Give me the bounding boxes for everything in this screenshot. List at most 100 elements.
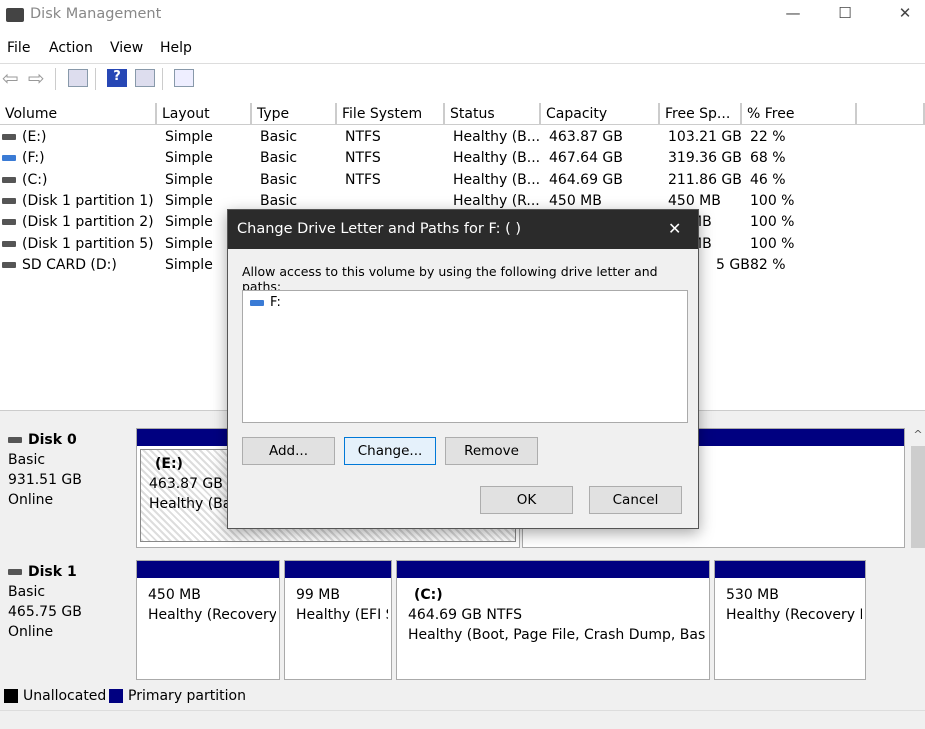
drive-icon: [2, 197, 16, 204]
close-button[interactable]: ✕: [890, 4, 920, 26]
table-row[interactable]: (C:) Simple Basic NTFS Healthy (B... 464.69 G…: [0, 170, 857, 191]
cell-status: Healthy (B...: [453, 129, 541, 145]
cell-type: Basic: [260, 171, 298, 188]
remove-button[interactable]: Remove: [445, 437, 538, 465]
disk-icon: [8, 569, 22, 575]
partition[interactable]: 530 MB Healthy (Recovery Pa: [714, 560, 866, 680]
column-header[interactable]: Status: [445, 103, 541, 125]
drive-icon: [2, 261, 16, 268]
cell-pct: 100 %: [750, 214, 795, 231]
column-header[interactable]: Free Sp...: [660, 103, 742, 125]
cell-status: Healthy (R...: [453, 192, 540, 209]
partition[interactable]: 99 MB Healthy (EFI S: [284, 560, 392, 680]
legend-primary: Primary partition: [128, 688, 246, 704]
menu-file[interactable]: File: [7, 40, 30, 56]
cell-free: 103.21 GB: [668, 129, 742, 145]
add-button[interactable]: Add...: [242, 437, 335, 465]
drive-icon: [2, 176, 16, 183]
cell-capacity: 450 MB: [549, 192, 602, 209]
disk-label[interactable]: Disk 0 Basic 931.51 GB Online: [0, 420, 132, 548]
column-header[interactable]: File System: [337, 103, 445, 125]
cell-fs: NTFS: [345, 129, 381, 145]
cell-layout: Simple: [165, 129, 213, 145]
scrollbar[interactable]: ^: [911, 428, 925, 678]
cell-capacity: 463.87 GB: [549, 129, 623, 145]
cell-layout: Simple: [165, 256, 213, 273]
disk-label[interactable]: Disk 1 Basic 465.75 GB Online: [0, 552, 132, 680]
menu-view[interactable]: View: [110, 40, 143, 56]
cell-free: 5 GB: [716, 256, 750, 273]
cell-pct: 68 %: [750, 150, 786, 167]
properties-icon[interactable]: [174, 69, 194, 87]
cancel-button[interactable]: Cancel: [589, 486, 682, 514]
window-title: Disk Management: [30, 6, 162, 22]
cell-capacity: 464.69 GB: [549, 171, 623, 188]
drive-icon: [2, 240, 16, 247]
cell-name: (Disk 1 partition 2): [22, 214, 154, 231]
dialog-title: Change Drive Letter and Paths for F: ( ): [228, 210, 698, 249]
drive-icon: [2, 155, 16, 162]
status-bar: [0, 710, 925, 729]
dialog-close-button[interactable]: ✕: [668, 219, 681, 238]
cell-status: Healthy (B...: [453, 150, 541, 167]
column-header[interactable]: Type: [252, 103, 337, 125]
cell-name: (Disk 1 partition 1): [22, 192, 154, 209]
legend-unallocated-swatch: [4, 689, 18, 703]
cell-capacity: 467.64 GB: [549, 150, 623, 167]
cell-status: Healthy (B...: [453, 171, 541, 188]
cell-pct: 100 %: [750, 192, 795, 209]
cell-type: Basic: [260, 192, 298, 209]
title-bar: Disk Management — ☐ ✕: [0, 0, 925, 32]
maximize-button[interactable]: ☐: [830, 4, 860, 26]
column-header[interactable]: [857, 103, 925, 125]
cell-layout: Simple: [165, 150, 213, 167]
cell-free: 450 MB: [668, 192, 721, 209]
cell-name: (Disk 1 partition 5): [22, 235, 154, 252]
cell-free: 319.36 GB: [668, 150, 742, 167]
cell-name: (F:): [22, 150, 45, 167]
column-header[interactable]: Capacity: [541, 103, 660, 125]
disk-icon: [8, 437, 22, 443]
column-header[interactable]: % Free: [742, 103, 857, 125]
console-tree-icon[interactable]: [68, 69, 88, 87]
forward-icon[interactable]: ⇨: [28, 68, 48, 88]
cell-name: (C:): [22, 171, 48, 188]
table-row[interactable]: (E:) Simple Basic NTFS Healthy (B... 463.87 G…: [0, 127, 857, 148]
menu-help[interactable]: Help: [160, 40, 192, 56]
cell-fs: NTFS: [345, 150, 381, 167]
help-icon[interactable]: ?: [107, 69, 127, 87]
cell-type: Basic: [260, 129, 298, 145]
cell-name: SD CARD (D:): [22, 256, 117, 273]
action-pane-icon[interactable]: [135, 69, 155, 87]
cell-layout: Simple: [165, 214, 213, 231]
partition[interactable]: (C:) 464.69 GB NTFS Healthy (Boot, Page …: [396, 560, 710, 680]
cell-pct: 22 %: [750, 129, 786, 145]
column-header[interactable]: Volume: [0, 103, 157, 125]
disk-management-icon: [6, 8, 24, 22]
table-row[interactable]: (F:) Simple Basic NTFS Healthy (B... 467.64 G…: [0, 148, 857, 169]
drive-icon: [250, 299, 264, 306]
minimize-button[interactable]: —: [778, 4, 808, 26]
partition[interactable]: 450 MB Healthy (Recovery P: [136, 560, 280, 680]
cell-type: Basic: [260, 150, 298, 167]
menu-action[interactable]: Action: [49, 40, 93, 56]
list-item[interactable]: F:: [243, 291, 687, 314]
cell-pct: 100 %: [750, 235, 795, 252]
ok-button[interactable]: OK: [480, 486, 573, 514]
paths-list[interactable]: F:: [242, 290, 688, 423]
change-button[interactable]: Change...: [344, 437, 436, 465]
cell-name: (E:): [22, 129, 47, 145]
cell-free: 211.86 GB: [668, 171, 742, 188]
back-icon[interactable]: ⇦: [2, 68, 22, 88]
change-drive-letter-dialog: Change Drive Letter and Paths for F: ( )…: [227, 209, 699, 529]
legend-primary-swatch: [109, 689, 123, 703]
cell-layout: Simple: [165, 235, 213, 252]
drive-icon: [2, 219, 16, 226]
cell-pct: 82 %: [750, 256, 786, 273]
column-header[interactable]: Layout: [157, 103, 252, 125]
cell-pct: 46 %: [750, 171, 786, 188]
drive-icon: [2, 134, 16, 140]
cell-layout: Simple: [165, 171, 213, 188]
cell-fs: NTFS: [345, 171, 381, 188]
cell-layout: Simple: [165, 192, 213, 209]
